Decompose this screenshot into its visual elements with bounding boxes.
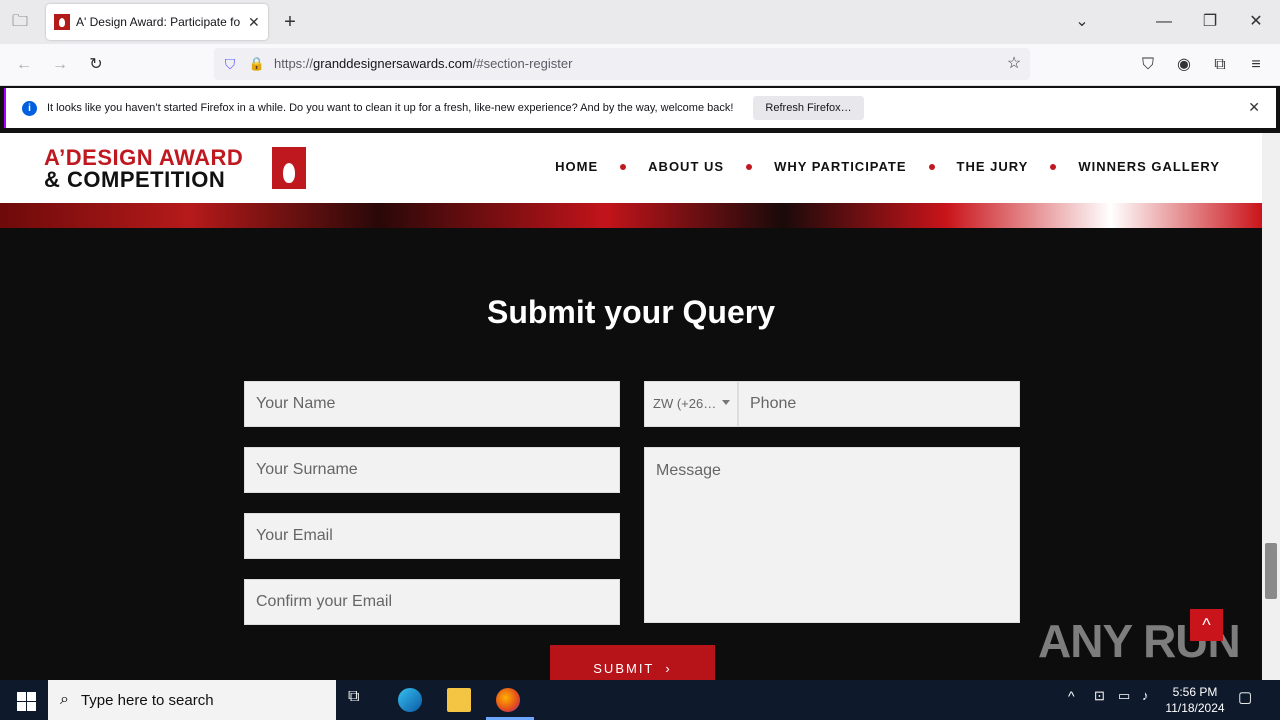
name-input[interactable]: Your Name	[244, 381, 620, 427]
main-menu: HOME ABOUT US WHY PARTICIPATE THE JURY W…	[555, 159, 1220, 174]
phone-input[interactable]: Phone	[738, 381, 1020, 427]
logo-mark-icon	[272, 147, 306, 189]
taskbar-search-placeholder: Type here to search	[80, 691, 214, 709]
close-notification-icon[interactable]: ✕	[1248, 99, 1260, 116]
hero-banner-strip	[0, 203, 1262, 228]
country-code-value: ZW (+26…	[653, 396, 717, 411]
submit-label: SUBMIT	[593, 661, 655, 676]
notification-bar: i It looks like you haven’t started Fire…	[4, 88, 1276, 128]
hidden-icons-chevron-icon[interactable]: ^	[1068, 688, 1092, 712]
refresh-firefox-button[interactable]: Refresh Firefox…	[753, 96, 864, 120]
menu-separator	[928, 163, 935, 170]
account-icon[interactable]: ◉	[1170, 53, 1198, 77]
page-scrollbar[interactable]	[1262, 133, 1280, 680]
task-view-icon[interactable]: ⧉	[348, 688, 372, 712]
taskbar-search-box[interactable]: ⌕ Type here to search	[48, 680, 336, 720]
display-icon[interactable]: ▭	[1118, 688, 1142, 712]
message-textarea[interactable]: Message	[644, 447, 1020, 623]
back-icon[interactable]: ←	[10, 53, 38, 77]
menu-item-winners-gallery[interactable]: WINNERS GALLERY	[1078, 159, 1220, 174]
page-title: Submit your Query	[486, 294, 776, 330]
clock-time: 5:56 PM	[1172, 685, 1218, 699]
search-icon: ⌕	[60, 691, 69, 708]
lock-icon[interactable]: 🔒	[243, 52, 271, 76]
system-clock[interactable]: 5:56 PM 11/18/2024	[1160, 684, 1230, 716]
clock-date: 11/18/2024	[1165, 701, 1225, 715]
menu-item-home[interactable]: HOME	[555, 159, 598, 174]
edge-icon[interactable]	[398, 688, 422, 712]
register-section: Submit your Query Your Name Your Surname…	[0, 228, 1262, 685]
submit-button[interactable]: SUBMIT ›	[550, 645, 715, 685]
chevron-down-icon[interactable]: ⌄	[1068, 10, 1096, 34]
notification-message: It looks like you haven’t started Firefo…	[47, 102, 734, 114]
start-button[interactable]	[0, 680, 48, 720]
pocket-icon[interactable]: ⛉	[1134, 53, 1162, 77]
menu-item-jury[interactable]: THE JURY	[957, 159, 1029, 174]
forward-icon[interactable]: →	[46, 53, 74, 77]
close-window-icon[interactable]: ✕	[1242, 10, 1270, 34]
menu-separator	[620, 163, 627, 170]
windows-logo-icon-part	[17, 702, 26, 711]
reload-icon[interactable]: ↻	[82, 53, 110, 77]
country-code-select[interactable]: ZW (+26…	[644, 381, 738, 427]
logo-line-2: & COMPETITION	[44, 167, 226, 192]
network-icon[interactable]: ⊡	[1094, 688, 1118, 712]
tracking-shield-icon[interactable]: ⛉	[216, 52, 244, 76]
menu-separator	[746, 163, 753, 170]
browser-nav-bar: ← → ↻ ⛉ 🔒 https://granddesignersawards.c…	[0, 44, 1280, 86]
dropdown-caret-icon	[722, 400, 730, 405]
tab-title: A' Design Award: Participate fo	[76, 15, 241, 29]
firefox-icon[interactable]	[496, 688, 520, 712]
new-tab-icon[interactable]: +	[276, 10, 304, 34]
tab-list-icon[interactable]: 🗀	[6, 10, 34, 34]
site-logo[interactable]: A’DESIGN AWARD & COMPETITION	[44, 145, 306, 192]
url-text: https://granddesignersawards.com/#sectio…	[274, 56, 573, 71]
bookmark-star-icon[interactable]: ☆	[1000, 52, 1028, 76]
surname-input[interactable]: Your Surname	[244, 447, 620, 493]
notifications-icon[interactable]: ▢	[1238, 688, 1262, 712]
email-input[interactable]: Your Email	[244, 513, 620, 559]
browser-tab[interactable]: A' Design Award: Participate fo ✕	[46, 4, 268, 40]
confirm-email-input[interactable]: Confirm your Email	[244, 579, 620, 625]
site-header: A’DESIGN AWARD & COMPETITION HOME ABOUT …	[0, 133, 1262, 203]
minimize-icon[interactable]: —	[1150, 10, 1178, 34]
windows-taskbar: ⌕ Type here to search ⧉ ^ ⊡ ▭ ♪ 5:56 PM …	[0, 680, 1280, 720]
close-tab-icon[interactable]: ✕	[248, 14, 260, 31]
extensions-icon[interactable]: ⧉	[1206, 53, 1234, 77]
restore-icon[interactable]: ❐	[1196, 10, 1224, 34]
scroll-to-top-button[interactable]: ^	[1190, 609, 1223, 641]
info-icon: i	[22, 100, 37, 116]
chevron-right-icon: ›	[659, 661, 672, 676]
menu-item-about[interactable]: ABOUT US	[648, 159, 724, 174]
url-bar[interactable]: ⛉ 🔒 https://granddesignersawards.com/#se…	[214, 48, 1030, 80]
windows-logo-icon	[17, 692, 26, 701]
file-explorer-icon[interactable]	[447, 688, 471, 712]
windows-logo-icon-part	[27, 702, 36, 711]
windows-logo-icon-part	[27, 692, 36, 701]
menu-item-why-participate[interactable]: WHY PARTICIPATE	[774, 159, 906, 174]
browser-tab-bar: 🗀 A' Design Award: Participate fo ✕ + ⌄ …	[0, 0, 1280, 44]
scrollbar-thumb[interactable]	[1265, 543, 1277, 599]
menu-separator	[1050, 163, 1057, 170]
site-favicon-icon	[54, 14, 70, 30]
menu-icon[interactable]: ≡	[1242, 53, 1270, 77]
